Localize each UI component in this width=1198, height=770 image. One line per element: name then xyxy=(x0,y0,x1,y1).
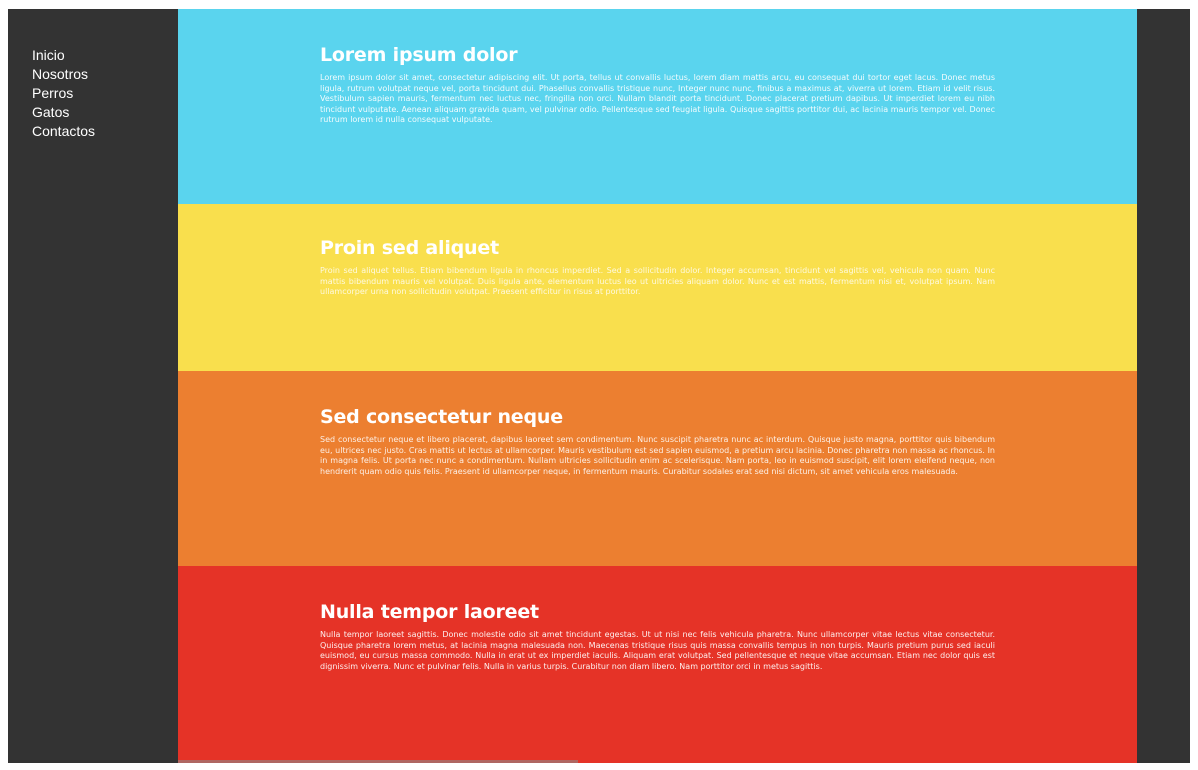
section-title: Lorem ipsum dolor xyxy=(320,44,518,66)
nav-item-inicio: Inicio xyxy=(32,46,95,65)
page-frame: Inicio Nosotros Perros Gatos Contactos L… xyxy=(8,9,1190,763)
section-body: Proin sed aliquet tellus. Etiam bibendum… xyxy=(320,266,995,296)
main-nav: Inicio Nosotros Perros Gatos Contactos xyxy=(32,46,95,141)
horizontal-scrollbar[interactable] xyxy=(178,760,578,763)
nav-link-contactos[interactable]: Contactos xyxy=(32,122,95,141)
section-nulla-tempor: Nulla tempor laoreet Nulla tempor laoree… xyxy=(178,566,1137,763)
nav-item-contactos: Contactos xyxy=(32,122,95,141)
nav-link-inicio[interactable]: Inicio xyxy=(32,46,95,65)
nav-link-nosotros[interactable]: Nosotros xyxy=(32,65,95,84)
section-title: Nulla tempor laoreet xyxy=(320,601,539,623)
nav-item-perros: Perros xyxy=(32,84,95,103)
section-body: Lorem ipsum dolor sit amet, consectetur … xyxy=(320,73,995,124)
section-proin: Proin sed aliquet Proin sed aliquet tell… xyxy=(178,204,1137,371)
right-gutter xyxy=(1137,9,1190,763)
section-body: Nulla tempor laoreet sagittis. Donec mol… xyxy=(320,630,995,671)
section-title: Proin sed aliquet xyxy=(320,237,499,259)
nav-link-gatos[interactable]: Gatos xyxy=(32,103,95,122)
nav-link-perros[interactable]: Perros xyxy=(32,84,95,103)
sidebar: Inicio Nosotros Perros Gatos Contactos xyxy=(8,9,178,763)
section-lorem-ipsum: Lorem ipsum dolor Lorem ipsum dolor sit … xyxy=(178,9,1137,204)
nav-item-gatos: Gatos xyxy=(32,103,95,122)
main-content[interactable]: Lorem ipsum dolor Lorem ipsum dolor sit … xyxy=(178,9,1137,763)
section-body: Sed consectetur neque et libero placerat… xyxy=(320,435,995,476)
section-sed-consectetur: Sed consectetur neque Sed consectetur ne… xyxy=(178,371,1137,566)
nav-item-nosotros: Nosotros xyxy=(32,65,95,84)
section-title: Sed consectetur neque xyxy=(320,406,563,428)
